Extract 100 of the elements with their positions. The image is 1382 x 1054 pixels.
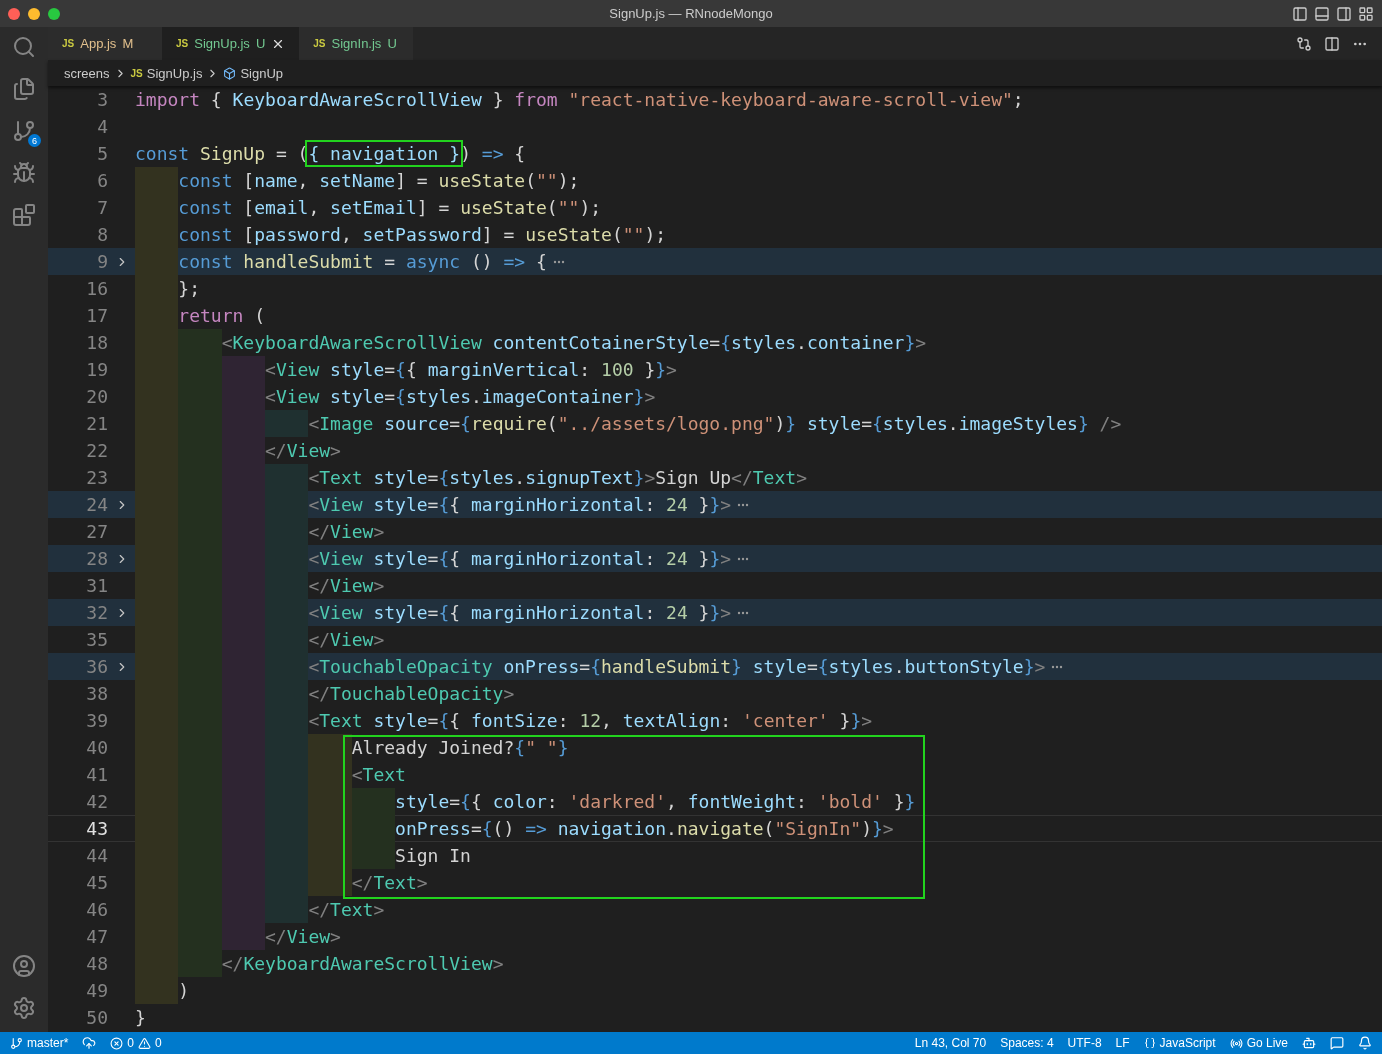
code-line: } [135,1006,146,1030]
code-line: <View style={{ marginVertical: 100 }}> [265,358,677,382]
minimize-window-button[interactable] [28,7,40,20]
error-icon [110,1036,124,1050]
line-number: 17 [85,305,108,326]
editor-tab[interactable]: JS SignUp.js U [162,27,300,60]
line-number: 19 [85,359,108,380]
bug-icon[interactable] [12,161,36,185]
code-line: <View style={{ marginHorizontal: 24 }}> [308,493,732,517]
fold-ellipsis-icon[interactable] [1051,664,1064,669]
settings-icon[interactable] [12,996,36,1020]
panel-left-icon[interactable] [1292,5,1308,22]
fold-ellipsis-icon[interactable] [737,556,750,561]
line-number: 7 [96,197,108,218]
code-line: const [name, setName] = useState(""); [178,169,580,193]
line-number: 23 [85,467,108,488]
layout-icon[interactable] [1358,5,1374,22]
js-file-icon: JS [313,38,326,49]
breadcrumb[interactable]: SignUp [240,65,284,81]
line-number: 40 [85,737,108,758]
code-line: onPress={() => navigation.navigate("SignIn")}> [395,817,894,841]
panel-right-icon[interactable] [1336,5,1352,22]
zoom-window-button[interactable] [48,7,60,20]
breadcrumb[interactable]: screens [64,65,110,81]
line-number: 45 [85,872,108,893]
panel-bottom-icon[interactable] [1314,5,1330,22]
line-number: 24 [85,494,108,515]
code-line: Already Joined?{" "} [351,736,569,760]
encoding[interactable]: UTF-8 [1067,1036,1102,1050]
line-number: 8 [96,224,108,245]
cursor-position[interactable]: Ln 43, Col 70 [914,1036,987,1050]
js-file-icon: JS [62,38,75,49]
code-line: <Text [351,763,406,787]
branch-item[interactable]: master* [10,1036,69,1050]
line-number: 44 [85,845,108,866]
line-number: 49 [85,980,108,1001]
line-number: 36 [85,656,108,677]
symbol-icon [223,66,237,80]
code-line: </Text> [351,871,428,895]
source-control-icon[interactable] [12,119,36,143]
code-line: const SignUp = ({ navigation }) => { [135,140,526,167]
indent-band [265,464,309,491]
indentation[interactable]: Spaces: 4 [1000,1036,1054,1050]
go-live-button[interactable]: Go Live [1229,1036,1288,1050]
line-number: 39 [85,710,108,731]
close-window-button[interactable] [8,7,20,20]
code-line: return ( [178,304,266,328]
editor-tab[interactable]: JS SignIn.js U [299,27,414,60]
fold-ellipsis-icon[interactable] [737,610,750,615]
feedback-icon[interactable] [1330,1036,1344,1050]
compare-icon[interactable] [1296,35,1312,52]
code-line: Sign In [395,844,471,868]
line-ending[interactable]: LF [1115,1036,1130,1050]
code-line: <View style={styles.imageContainer}> [265,385,656,409]
line-number: 20 [85,386,108,407]
line-number: 21 [85,413,108,434]
code-line: <Text style={{ fontSize: 12, textAlign: 'center' }}> [308,709,873,733]
line-number: 18 [85,332,108,353]
line-number: 16 [85,278,108,299]
breadcrumb[interactable]: SignUp.js [146,65,203,81]
files-icon[interactable] [12,77,36,101]
code-line: <View style={{ marginHorizontal: 24 }}> [308,601,732,625]
indent-band [308,869,352,896]
code-line: }; [178,277,201,301]
line-number: 50 [85,1007,108,1028]
line-number: 27 [85,521,108,542]
robot-icon[interactable] [1302,1036,1316,1050]
code-line: </View> [265,925,341,949]
line-number: 43 [85,818,108,839]
code-line: </Text> [308,898,385,922]
indent-band [308,734,352,761]
editor-tab[interactable]: JS App.js M [48,27,162,60]
line-number: 32 [85,602,108,623]
search-icon[interactable] [12,35,36,59]
code-line: <KeyboardAwareScrollView contentCotainerStyle={styles.container}> [221,331,927,355]
fold-ellipsis-icon[interactable] [552,259,565,264]
line-number: 48 [85,953,108,974]
line-number: 46 [85,899,108,920]
code-line: <View style={{ marginHorizontal: 24 }}> [308,547,732,571]
extensions-icon[interactable] [12,203,36,227]
code-line: </View> [265,439,341,463]
line-number: 47 [85,926,108,947]
language-mode[interactable]: JavaScript [1143,1036,1216,1050]
split-editor-icon[interactable] [1324,35,1340,52]
bell-icon[interactable] [1358,1036,1372,1050]
fold-ellipsis-icon[interactable] [737,502,750,507]
account-icon[interactable] [12,954,36,978]
line-number: 5 [96,143,108,164]
problems-item[interactable]: 0 0 [110,1036,162,1050]
code-line: <Text style={styles.signupText}>Sign Up</Text> [308,466,807,490]
count-badge: 6 [28,134,41,147]
code-line: </KeyboardAwareScrollView> [221,952,504,976]
line-number: 31 [85,575,108,596]
line-number: 22 [85,440,108,461]
warning-icon [138,1036,152,1050]
code-line: </TouchableOpacity> [308,682,515,706]
line-number: 4 [96,116,108,137]
code-line: style={{ color: 'darkred', fontWeight: 'bold' }} [395,790,916,814]
branch-icon [10,1036,23,1050]
sync-icon[interactable] [82,1036,97,1050]
